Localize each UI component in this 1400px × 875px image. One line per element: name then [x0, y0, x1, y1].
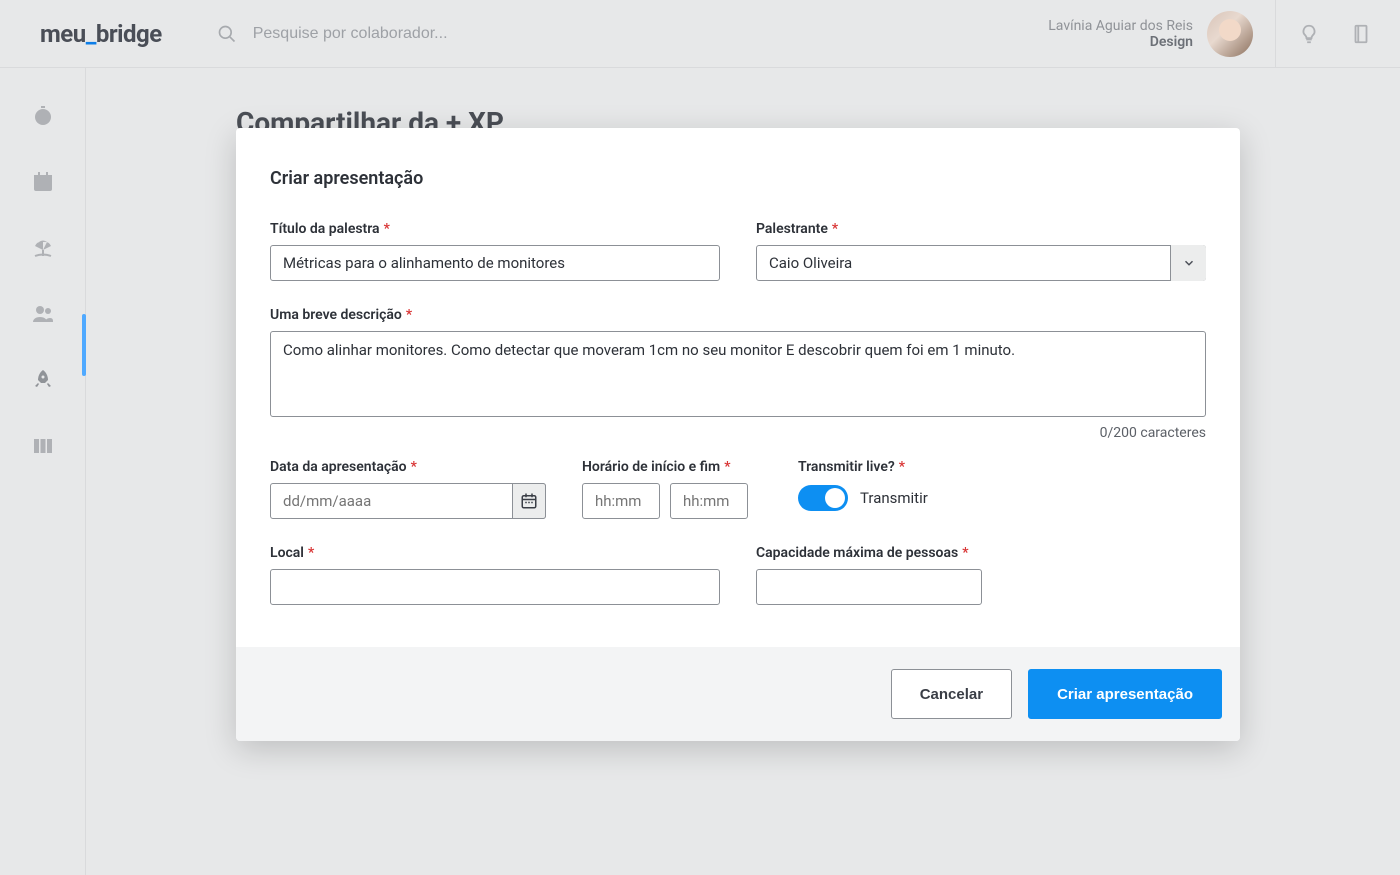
date-input-wrap [270, 483, 546, 519]
descricao-textarea[interactable] [270, 331, 1206, 417]
horario-label: Horário de início e fim* [582, 459, 762, 475]
form-row-2: Data da apresentação* Horário de início … [270, 459, 1206, 519]
required-asterisk: * [308, 545, 314, 561]
toggle-knob [825, 488, 845, 508]
char-count: 0/200 caracteres [270, 425, 1206, 441]
field-live: Transmitir live?* Transmitir [798, 459, 1206, 519]
capacidade-label-text: Capacidade máxima de pessoas [756, 545, 958, 561]
titulo-label: Título da palestra* [270, 221, 720, 237]
cancel-button[interactable]: Cancelar [891, 669, 1012, 719]
toggle-row: Transmitir [798, 485, 1206, 511]
capacidade-input[interactable] [756, 569, 982, 605]
field-local: Local* [270, 545, 720, 605]
form-row-1: Título da palestra* Palestrante* [270, 221, 1206, 281]
field-data: Data da apresentação* [270, 459, 546, 519]
required-asterisk: * [411, 459, 417, 475]
capacidade-label: Capacidade máxima de pessoas* [756, 545, 982, 561]
required-asterisk: * [406, 307, 412, 323]
descricao-label-text: Uma breve descrição [270, 307, 402, 323]
field-descricao: Uma breve descrição* 0/200 caracteres [270, 307, 1206, 441]
data-label-text: Data da apresentação [270, 459, 407, 475]
live-toggle[interactable] [798, 485, 848, 511]
field-capacidade: Capacidade máxima de pessoas* [756, 545, 982, 605]
data-label: Data da apresentação* [270, 459, 546, 475]
palestrante-label: Palestrante* [756, 221, 1206, 237]
local-label: Local* [270, 545, 720, 561]
calendar-icon[interactable] [512, 483, 546, 519]
modal-backdrop: Criar apresentação Título da palestra* P… [0, 0, 1400, 875]
submit-button[interactable]: Criar apresentação [1028, 669, 1222, 719]
required-asterisk: * [384, 221, 390, 237]
required-asterisk: * [832, 221, 838, 237]
titulo-input[interactable] [270, 245, 720, 281]
modal-title: Criar apresentação [270, 168, 1206, 189]
modal-footer: Cancelar Criar apresentação [236, 647, 1240, 741]
local-label-text: Local [270, 545, 304, 561]
required-asterisk: * [899, 459, 905, 475]
palestrante-label-text: Palestrante [756, 221, 828, 237]
live-label-text: Transmitir live? [798, 459, 895, 475]
field-horario: Horário de início e fim* [582, 459, 762, 519]
horario-label-text: Horário de início e fim [582, 459, 720, 475]
palestrante-select[interactable] [756, 245, 1206, 281]
date-input[interactable] [270, 483, 546, 519]
toggle-label: Transmitir [860, 489, 928, 507]
palestrante-select-wrap [756, 245, 1206, 281]
form-row-3: Local* Capacidade máxima de pessoas* [270, 545, 1206, 605]
field-titulo: Título da palestra* [270, 221, 720, 281]
titulo-label-text: Título da palestra [270, 221, 380, 237]
local-input[interactable] [270, 569, 720, 605]
chevron-down-icon[interactable] [1170, 245, 1206, 281]
time-start-input[interactable] [582, 483, 660, 519]
descricao-label: Uma breve descrição* [270, 307, 1206, 323]
time-inputs [582, 483, 762, 519]
create-presentation-modal: Criar apresentação Título da palestra* P… [236, 128, 1240, 741]
field-palestrante: Palestrante* [756, 221, 1206, 281]
required-asterisk: * [724, 459, 730, 475]
time-end-input[interactable] [670, 483, 748, 519]
live-label: Transmitir live?* [798, 459, 1206, 475]
required-asterisk: * [962, 545, 968, 561]
modal-body: Criar apresentação Título da palestra* P… [236, 128, 1240, 647]
